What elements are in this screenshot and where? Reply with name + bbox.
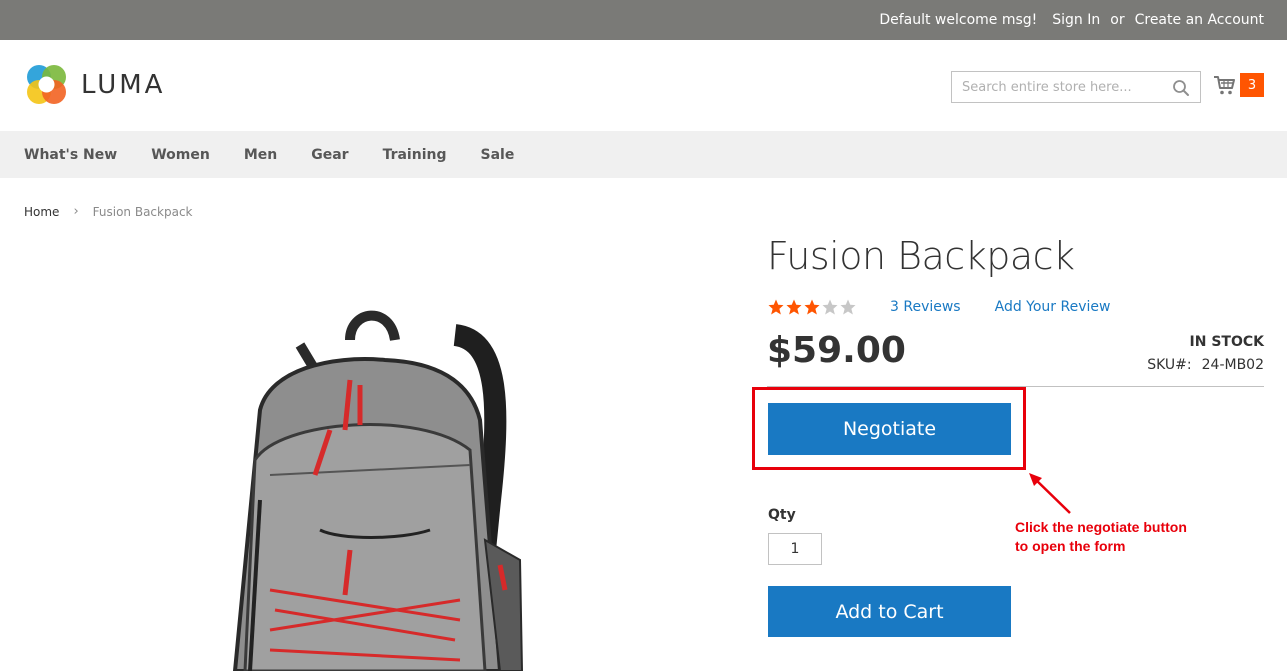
product-title: Fusion Backpack xyxy=(767,234,1075,278)
stock-status: IN STOCK xyxy=(1189,334,1264,350)
product-image[interactable] xyxy=(200,300,560,671)
negotiate-button[interactable]: Negotiate xyxy=(768,403,1011,455)
annotation-line-1: Click the negotiate button xyxy=(1015,519,1187,535)
star-filled-icon xyxy=(767,298,785,316)
rating-stars xyxy=(767,298,857,316)
minicart[interactable]: 3 xyxy=(1213,73,1264,97)
luma-logo-icon xyxy=(24,62,69,107)
add-review-link[interactable]: Add Your Review xyxy=(995,299,1111,315)
star-empty-icon xyxy=(839,298,857,316)
annotation-arrow-icon xyxy=(1025,470,1075,518)
store-logo[interactable]: LUMA xyxy=(24,62,165,107)
top-bar: Default welcome msg! Sign In or Create a… xyxy=(0,0,1287,40)
annotation-line-2: to open the form xyxy=(1015,538,1126,554)
or-separator: or xyxy=(1110,12,1125,28)
rating-summary: 3 Reviews Add Your Review xyxy=(767,298,1110,316)
create-account-link[interactable]: Create an Account xyxy=(1135,12,1264,28)
add-to-cart-button[interactable]: Add to Cart xyxy=(768,586,1011,637)
product-sku: SKU#: 24-MB02 xyxy=(1147,357,1264,373)
star-filled-icon xyxy=(803,298,821,316)
cart-count-badge: 3 xyxy=(1240,73,1264,97)
sku-label: SKU#: xyxy=(1147,357,1192,373)
welcome-message: Default welcome msg! xyxy=(879,12,1038,28)
search-input[interactable] xyxy=(952,72,1162,102)
nav-item-women[interactable]: Women xyxy=(151,147,210,163)
search-box xyxy=(951,71,1201,103)
logo-text: LUMA xyxy=(81,69,166,100)
nav-item-sale[interactable]: Sale xyxy=(480,147,514,163)
cart-icon[interactable] xyxy=(1213,73,1237,97)
annotation-text: Click the negotiate button to open the f… xyxy=(1015,518,1187,556)
breadcrumb-home-link[interactable]: Home xyxy=(24,205,59,219)
nav-item-men[interactable]: Men xyxy=(244,147,277,163)
sku-value: 24-MB02 xyxy=(1201,357,1264,373)
nav-item-gear[interactable]: Gear xyxy=(311,147,348,163)
nav-item-training[interactable]: Training xyxy=(383,147,447,163)
header-links: Default welcome msg! Sign In or Create a… xyxy=(879,0,1264,40)
page-header: LUMA 3 xyxy=(0,40,1287,131)
star-filled-icon xyxy=(785,298,803,316)
nav-item-whats-new[interactable]: What's New xyxy=(24,147,117,163)
star-empty-icon xyxy=(821,298,839,316)
sign-in-link[interactable]: Sign In xyxy=(1052,12,1100,28)
reviews-link[interactable]: 3 Reviews xyxy=(890,299,961,315)
breadcrumb: Home › Fusion Backpack xyxy=(24,204,193,219)
qty-label: Qty xyxy=(768,507,796,523)
breadcrumb-current: Fusion Backpack xyxy=(92,204,193,219)
main-navigation: What's New Women Men Gear Training Sale xyxy=(0,131,1287,178)
qty-input[interactable] xyxy=(768,533,822,565)
product-price: $59.00 xyxy=(767,330,906,371)
search-icon[interactable] xyxy=(1172,79,1190,97)
chevron-right-icon: › xyxy=(73,204,79,219)
